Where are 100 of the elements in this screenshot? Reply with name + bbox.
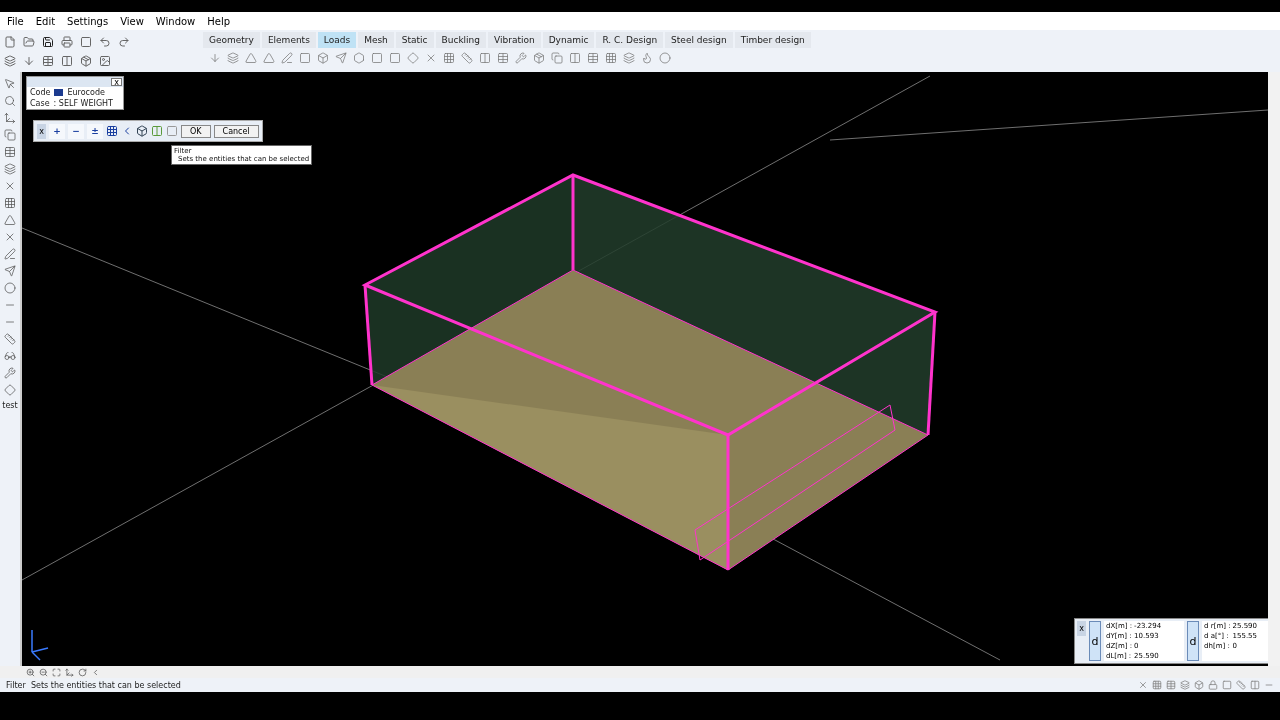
menu-item[interactable]: Window bbox=[150, 15, 201, 27]
tool-icon[interactable] bbox=[4, 146, 16, 158]
toolbar-icon[interactable] bbox=[569, 52, 581, 64]
status-icon[interactable] bbox=[1236, 680, 1246, 690]
ribbon-tab[interactable]: Loads bbox=[317, 32, 357, 48]
status-icon[interactable] bbox=[1194, 680, 1204, 690]
status-icon[interactable] bbox=[1138, 680, 1148, 690]
toolbar-icon[interactable] bbox=[281, 52, 293, 64]
tool-icon[interactable] bbox=[4, 282, 16, 294]
toolbar-icon[interactable] bbox=[461, 52, 473, 64]
layers-icon[interactable] bbox=[4, 54, 16, 67]
tool-icon[interactable] bbox=[4, 214, 16, 226]
status-icon[interactable] bbox=[1152, 680, 1162, 690]
undo-icon[interactable] bbox=[99, 35, 111, 48]
save-icon[interactable] bbox=[42, 35, 54, 48]
toolbar-icon[interactable] bbox=[353, 52, 365, 64]
toolbar-icon[interactable] bbox=[497, 52, 509, 64]
new-file-icon[interactable] bbox=[4, 35, 16, 48]
cancel-button[interactable]: Cancel bbox=[213, 124, 259, 138]
tool-icon[interactable] bbox=[4, 248, 16, 260]
ribbon-tab[interactable]: Steel design bbox=[665, 32, 733, 48]
ribbon-tab[interactable]: Dynamic bbox=[542, 32, 595, 48]
toolbar-icon[interactable] bbox=[551, 52, 563, 64]
status-icon[interactable] bbox=[1222, 680, 1232, 690]
toolbar-icon[interactable] bbox=[443, 52, 455, 64]
remove-button[interactable]: − bbox=[68, 123, 84, 139]
zoom-out-icon[interactable] bbox=[39, 667, 48, 677]
close-button[interactable]: x bbox=[111, 78, 122, 86]
select-all-icon[interactable] bbox=[106, 125, 118, 137]
ok-button[interactable]: OK bbox=[181, 124, 211, 138]
tool-icon[interactable] bbox=[4, 95, 16, 107]
print-icon[interactable] bbox=[61, 35, 73, 48]
menu-item[interactable]: View bbox=[115, 15, 149, 27]
tool-icon[interactable] bbox=[4, 384, 16, 396]
status-icon[interactable] bbox=[1208, 680, 1218, 690]
tool-icon[interactable] bbox=[4, 78, 16, 90]
toolbar-icon[interactable] bbox=[515, 52, 527, 64]
rectangle-icon[interactable] bbox=[166, 125, 178, 137]
distance-letter: d bbox=[1187, 621, 1200, 661]
package-icon[interactable] bbox=[80, 54, 92, 67]
ribbon-tab[interactable]: Vibration bbox=[488, 32, 541, 48]
toggle-button[interactable]: ± bbox=[87, 123, 103, 139]
tool-icon[interactable] bbox=[4, 231, 16, 243]
toolbar-icon[interactable] bbox=[299, 52, 311, 64]
toolbar-icon[interactable] bbox=[245, 52, 257, 64]
ribbon-tab[interactable]: Timber design bbox=[734, 32, 811, 48]
close-button[interactable]: x bbox=[1077, 621, 1086, 636]
add-button[interactable]: + bbox=[49, 123, 65, 139]
toolbar-icon[interactable] bbox=[209, 52, 221, 64]
table-icon[interactable] bbox=[42, 54, 54, 67]
toolbar-icon[interactable] bbox=[641, 52, 653, 64]
fit-icon[interactable] bbox=[52, 667, 61, 677]
menu-item[interactable]: File bbox=[2, 15, 29, 27]
toolbar-icon[interactable] bbox=[227, 52, 239, 64]
tool-icon[interactable] bbox=[4, 180, 16, 192]
ribbon-tab[interactable]: R. C. Design bbox=[596, 32, 664, 48]
tool-icon[interactable] bbox=[4, 197, 16, 209]
zoom-in-icon[interactable] bbox=[26, 667, 35, 677]
menu-item[interactable]: Edit bbox=[30, 15, 61, 27]
tool-icon[interactable] bbox=[4, 112, 16, 124]
toolbar-icon[interactable] bbox=[425, 52, 437, 64]
columns-icon[interactable] bbox=[61, 54, 73, 67]
toolbar-icon[interactable] bbox=[335, 52, 347, 64]
ribbon-tab[interactable]: Mesh bbox=[358, 32, 394, 48]
open-folder-icon[interactable] bbox=[23, 35, 35, 48]
status-icon[interactable] bbox=[1250, 680, 1260, 690]
toolbar-icon[interactable] bbox=[371, 52, 383, 64]
toolbar-icon[interactable] bbox=[389, 52, 401, 64]
ribbon-tab[interactable]: Elements bbox=[261, 32, 316, 48]
status-icon[interactable] bbox=[1180, 680, 1190, 690]
ribbon-tab[interactable]: Geometry bbox=[203, 32, 260, 48]
redo-icon[interactable] bbox=[118, 35, 130, 48]
tool-icon[interactable] bbox=[4, 265, 16, 277]
toolbar-icon[interactable] bbox=[623, 52, 635, 64]
tool-icon[interactable] bbox=[4, 163, 16, 175]
status-icon[interactable] bbox=[1166, 680, 1176, 690]
toolbar-icon[interactable] bbox=[659, 52, 671, 64]
square-icon[interactable] bbox=[80, 35, 92, 48]
toolbar-icon[interactable] bbox=[407, 52, 419, 64]
menu-item[interactable]: Settings bbox=[62, 15, 114, 27]
toolbar-icon[interactable] bbox=[317, 52, 329, 64]
ribbon-tab[interactable]: Static bbox=[395, 32, 434, 48]
scroll-left-icon[interactable] bbox=[91, 667, 100, 677]
load-icon[interactable] bbox=[23, 54, 35, 67]
toolbar-icon[interactable] bbox=[533, 52, 545, 64]
tool-icon[interactable] bbox=[4, 350, 16, 362]
toolbar-icon[interactable] bbox=[479, 52, 491, 64]
tool-icon[interactable] bbox=[4, 367, 16, 379]
box-icon[interactable] bbox=[136, 125, 148, 137]
close-button[interactable]: x bbox=[37, 123, 46, 139]
ribbon-tab[interactable]: Buckling bbox=[435, 32, 487, 48]
menu-item[interactable]: Help bbox=[202, 15, 236, 27]
toolbar-icon[interactable] bbox=[587, 52, 599, 64]
rotate-icon[interactable] bbox=[78, 667, 87, 677]
tool-icon[interactable] bbox=[4, 333, 16, 345]
image-icon[interactable] bbox=[99, 54, 111, 67]
pan-icon[interactable] bbox=[65, 667, 74, 677]
toolbar-icon[interactable] bbox=[605, 52, 617, 64]
tool-icon[interactable] bbox=[4, 129, 16, 141]
toolbar-icon[interactable] bbox=[263, 52, 275, 64]
